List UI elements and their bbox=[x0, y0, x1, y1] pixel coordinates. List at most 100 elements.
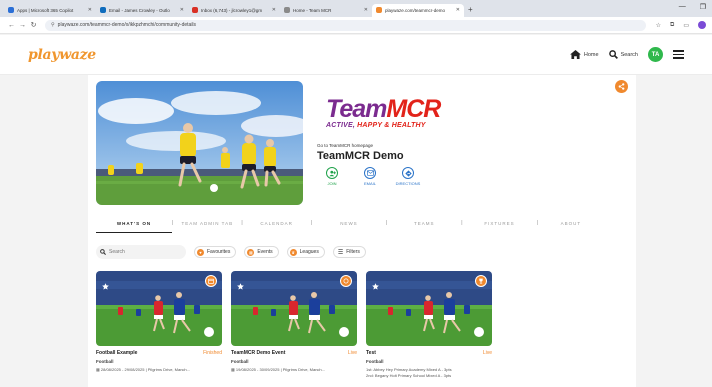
logo-text-team: Team bbox=[326, 95, 387, 123]
tab-title: Inbox (6,743) - jlcrowley1@gm bbox=[201, 7, 263, 13]
events-filter[interactable]: ▦ Events bbox=[244, 246, 279, 258]
tab-team-admin[interactable]: TEAM ADMIN TAB bbox=[173, 221, 241, 226]
community-hero-image bbox=[96, 81, 303, 205]
tab-calendar[interactable]: CALENDAR bbox=[243, 221, 311, 226]
event-status: Live bbox=[482, 350, 492, 356]
email-button[interactable]: EMAIL bbox=[358, 167, 382, 186]
event-meta: ▦ 28/08/2025 - 29/08/2025 | Pilgrims Dri… bbox=[96, 367, 222, 372]
favourites-filter[interactable]: ♥ Favourites bbox=[194, 246, 237, 258]
trophy-icon: ♛ bbox=[289, 248, 297, 256]
favourite-star-icon[interactable] bbox=[102, 277, 109, 295]
close-icon[interactable]: ✕ bbox=[456, 7, 460, 13]
forward-icon[interactable]: → bbox=[17, 22, 28, 29]
search-icon bbox=[608, 50, 618, 59]
tab-title: Email - James Crowley - Outlo bbox=[109, 7, 170, 13]
favourites-label: Favourites bbox=[207, 249, 231, 255]
logo-tagline-b: HAPPY & HEALTHY bbox=[357, 122, 426, 129]
close-icon[interactable]: ✕ bbox=[88, 7, 92, 13]
browser-toolbar-icons: ☆ ⧉ ▭ bbox=[656, 21, 706, 29]
search-link[interactable]: Search bbox=[608, 50, 638, 59]
community-card: TeamMCR ACTIVE, HAPPY & HEALTHY Go to Te… bbox=[88, 75, 636, 387]
event-sport: Football bbox=[366, 359, 384, 364]
browser-tab-active[interactable]: playwaze.com/teammcr-demo ✕ bbox=[372, 3, 464, 17]
close-icon[interactable]: ✕ bbox=[272, 7, 276, 13]
sidebar-icon[interactable]: ▭ bbox=[683, 22, 689, 29]
event-title: Football Example bbox=[96, 350, 138, 356]
leagues-filter[interactable]: ♛ Leagues bbox=[286, 246, 325, 258]
close-icon[interactable]: ✕ bbox=[180, 7, 184, 13]
address-bar: ← → ↻ ⚲ playwaze.com/teammcr-demo/x/ikkp… bbox=[0, 17, 712, 34]
event-search bbox=[96, 245, 186, 259]
community-name: TeamMCR Demo bbox=[317, 150, 404, 162]
trophy-icon bbox=[475, 275, 487, 287]
event-card[interactable]: TeamMCR Demo Event Live Football ▦ 19/08/… bbox=[231, 271, 357, 372]
calendar-icon: ▦ bbox=[247, 248, 255, 256]
bookmark-star-icon[interactable]: ☆ bbox=[656, 22, 661, 29]
tab-favicon-icon bbox=[192, 7, 198, 13]
new-tab-button[interactable]: + bbox=[468, 5, 473, 14]
event-status: Finished bbox=[203, 350, 222, 356]
join-label: JOIN bbox=[327, 181, 337, 186]
window-controls: — ❐ bbox=[679, 3, 706, 11]
join-button[interactable]: JOIN bbox=[320, 167, 344, 186]
playwaze-logo[interactable]: playwaze bbox=[28, 47, 96, 63]
share-icon[interactable] bbox=[615, 80, 628, 93]
event-standing-1: 1st: Abbey Hey Primary Academy Mixed A -… bbox=[366, 367, 452, 372]
filters-label: Filters bbox=[346, 249, 360, 255]
close-icon[interactable]: ✕ bbox=[364, 7, 368, 13]
email-label: EMAIL bbox=[363, 181, 376, 186]
tab-fixtures[interactable]: FIXTURES bbox=[463, 221, 537, 226]
tab-teams[interactable]: TEAMS bbox=[387, 221, 461, 226]
profile-avatar-icon[interactable] bbox=[698, 21, 706, 29]
event-image bbox=[366, 271, 492, 346]
directions-label: DIRECTIONS bbox=[395, 181, 421, 186]
site-info-icon[interactable]: ⚲ bbox=[51, 22, 55, 28]
restore-icon[interactable]: ❐ bbox=[700, 3, 706, 11]
logo-text-mcr: MCR bbox=[386, 95, 441, 123]
leagues-label: Leagues bbox=[299, 249, 319, 255]
event-title: TeamMCR Demo Event bbox=[231, 350, 286, 356]
user-avatar[interactable]: TA bbox=[648, 47, 663, 62]
community-actions: JOIN EMAIL DIRECTIONS bbox=[320, 167, 420, 186]
logo-tagline-a: ACTIVE, bbox=[326, 122, 358, 129]
home-icon bbox=[569, 50, 581, 59]
homepage-link[interactable]: Go to TeamMCR homepage bbox=[317, 143, 373, 148]
add-user-icon bbox=[326, 167, 338, 179]
directions-button[interactable]: DIRECTIONS bbox=[396, 167, 420, 186]
tab-title: Home - Team MCR bbox=[293, 7, 332, 13]
tab-favicon-icon bbox=[284, 7, 290, 13]
back-icon[interactable]: ← bbox=[6, 22, 17, 29]
browser-tab[interactable]: Apps | Microsoft 365 Copilot ✕ bbox=[4, 4, 96, 17]
event-sport: Football bbox=[96, 359, 114, 364]
favourite-star-icon[interactable] bbox=[237, 277, 244, 295]
tab-favicon-icon bbox=[100, 7, 106, 13]
directions-icon bbox=[402, 167, 414, 179]
event-status: Live bbox=[347, 350, 357, 356]
minimize-icon[interactable]: — bbox=[679, 3, 686, 11]
browser-tab[interactable]: Inbox (6,743) - jlcrowley1@gm ✕ bbox=[188, 4, 280, 17]
search-icon bbox=[100, 249, 106, 255]
home-link[interactable]: Home bbox=[569, 50, 599, 59]
site-header: playwaze Home Search TA bbox=[0, 35, 712, 75]
tab-whats-on[interactable]: WHAT'S ON bbox=[96, 221, 172, 226]
extensions-icon[interactable]: ⧉ bbox=[670, 22, 674, 29]
community-tabs: WHAT'S ON | TEAM ADMIN TAB | CALENDAR | … bbox=[96, 215, 626, 231]
url-field[interactable]: ⚲ playwaze.com/teammcr-demo/x/ikkpzhmchi… bbox=[45, 19, 646, 31]
event-image bbox=[96, 271, 222, 346]
event-standing-2: 2nd: Begany Holt Primary School Mixed A … bbox=[366, 373, 452, 378]
menu-icon[interactable] bbox=[673, 50, 684, 59]
filters-button[interactable]: ☰ Filters bbox=[332, 246, 366, 258]
browser-tab[interactable]: Home - Team MCR ✕ bbox=[280, 4, 372, 17]
event-card[interactable]: Test Live Football 1st: Abbey Hey Primary… bbox=[366, 271, 492, 378]
event-image bbox=[231, 271, 357, 346]
tab-about[interactable]: ABOUT bbox=[538, 221, 604, 226]
tab-news[interactable]: NEWS bbox=[312, 221, 386, 226]
email-icon bbox=[364, 167, 376, 179]
search-input[interactable] bbox=[109, 249, 179, 255]
event-meta: ▦ 19/08/2025 - 30/09/2025 | Pilgrims Dri… bbox=[231, 367, 357, 372]
favourite-star-icon[interactable] bbox=[372, 277, 379, 295]
event-card[interactable]: Football Example Finished Football ▦ 28/0… bbox=[96, 271, 222, 372]
reload-icon[interactable]: ↻ bbox=[28, 21, 39, 29]
browser-tab[interactable]: Email - James Crowley - Outlo ✕ bbox=[96, 4, 188, 17]
event-sport: Football bbox=[231, 359, 249, 364]
